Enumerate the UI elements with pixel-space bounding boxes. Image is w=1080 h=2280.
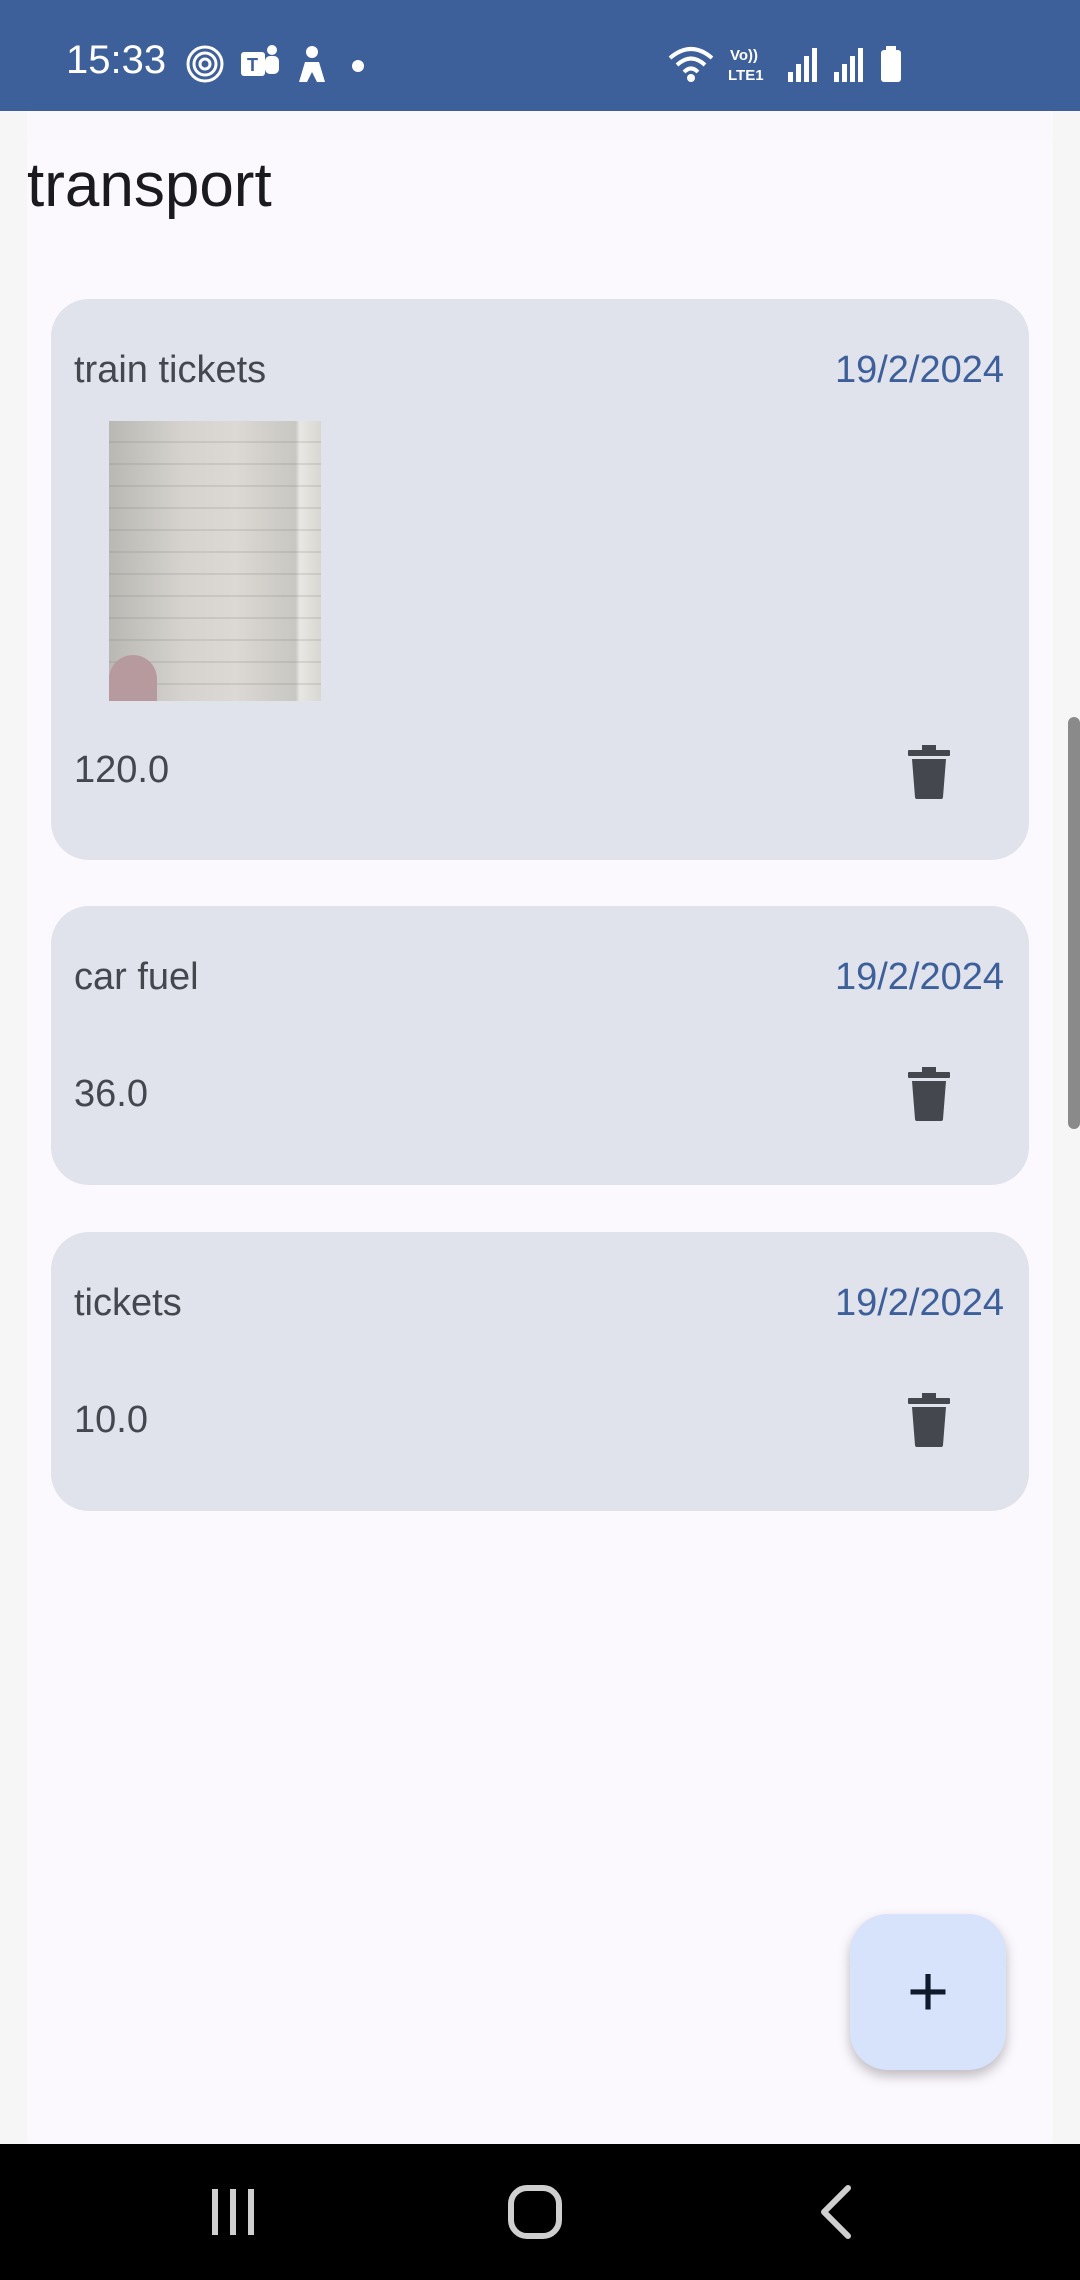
expense-card[interactable]: tickets 19/2/2024 10.0 [51, 1232, 1029, 1511]
scrollbar[interactable] [1068, 717, 1080, 1129]
trash-icon [908, 1392, 950, 1452]
page-title: transport [27, 151, 272, 220]
recents-button[interactable] [188, 2174, 278, 2254]
plus-icon: + [906, 1952, 950, 2032]
expense-amount: 120.0 [74, 749, 170, 791]
receipt-image[interactable] [109, 421, 321, 701]
home-button[interactable] [490, 2174, 580, 2254]
back-button[interactable] [791, 2174, 881, 2254]
signal-icon [832, 44, 866, 89]
home-icon [507, 2184, 563, 2245]
signal-icon [786, 44, 820, 89]
expense-card[interactable]: train tickets 19/2/2024 120.0 [51, 299, 1029, 860]
expense-card[interactable]: car fuel 19/2/2024 36.0 [51, 906, 1029, 1185]
delete-button[interactable] [899, 1387, 959, 1457]
expense-date: 19/2/2024 [834, 349, 1004, 391]
trash-icon [908, 1066, 950, 1126]
add-expense-button[interactable]: + [850, 1914, 1006, 2070]
status-right-icons: Vo)) LTE1 [666, 44, 904, 88]
back-icon [816, 2184, 856, 2245]
trash-icon [908, 744, 950, 804]
status-bar: 15:33 T Vo)) LTE1 [0, 0, 1080, 111]
svg-text:Vo)): Vo)) [730, 47, 758, 64]
person-icon [295, 44, 329, 89]
wifi-icon [666, 44, 716, 89]
system-nav-bar [0, 2144, 1080, 2280]
expense-date: 19/2/2024 [834, 1282, 1004, 1324]
expense-name: car fuel [74, 956, 199, 998]
left-edge [0, 111, 27, 2144]
svg-text:T: T [247, 55, 258, 75]
recents-icon [208, 2187, 258, 2242]
status-time: 15:33 [66, 38, 167, 82]
volte-icon: Vo)) LTE1 [728, 44, 774, 89]
expense-date: 19/2/2024 [834, 956, 1004, 998]
expense-name: train tickets [74, 349, 267, 391]
battery-icon [878, 44, 904, 89]
teams-icon: T [239, 44, 281, 89]
fingerprint-icon [185, 44, 225, 89]
expense-name: tickets [74, 1282, 182, 1324]
svg-text:LTE1: LTE1 [728, 67, 764, 84]
expense-amount: 10.0 [74, 1399, 148, 1441]
status-left-icons: T [185, 44, 373, 88]
expense-amount: 36.0 [74, 1073, 148, 1115]
delete-button[interactable] [899, 739, 959, 809]
delete-button[interactable] [899, 1061, 959, 1131]
dot-icon [343, 44, 373, 89]
